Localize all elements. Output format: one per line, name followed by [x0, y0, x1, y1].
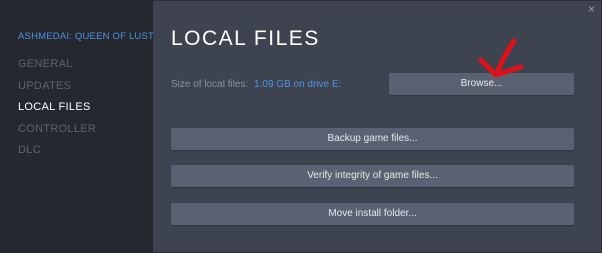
sidebar: ASHMEDAI: QUEEN OF LUST GENERAL UPDATES …: [0, 0, 155, 253]
sidebar-item-updates[interactable]: UPDATES: [18, 80, 96, 102]
browse-button[interactable]: Browse...: [389, 73, 574, 95]
sidebar-nav: GENERAL UPDATES LOCAL FILES CONTROLLER D…: [18, 58, 96, 166]
size-value: 1.09 GB on drive E:: [254, 79, 342, 90]
page-title: LOCAL FILES: [171, 27, 320, 50]
sidebar-item-controller[interactable]: CONTROLLER: [18, 123, 96, 145]
move-install-folder-button[interactable]: Move install folder...: [171, 203, 574, 225]
sidebar-item-local-files[interactable]: LOCAL FILES: [18, 101, 96, 123]
backup-game-files-button[interactable]: Backup game files...: [171, 128, 574, 150]
sidebar-item-general[interactable]: GENERAL: [18, 58, 96, 80]
sidebar-item-dlc[interactable]: DLC: [18, 144, 96, 166]
local-files-size: Size of local files: 1.09 GB on drive E:: [171, 79, 341, 90]
game-title: ASHMEDAI: QUEEN OF LUST: [18, 31, 155, 42]
properties-window: ASHMEDAI: QUEEN OF LUST GENERAL UPDATES …: [0, 0, 602, 253]
verify-integrity-button[interactable]: Verify integrity of game files...: [171, 165, 574, 187]
size-label: Size of local files:: [171, 79, 249, 90]
close-icon[interactable]: ×: [588, 3, 595, 15]
